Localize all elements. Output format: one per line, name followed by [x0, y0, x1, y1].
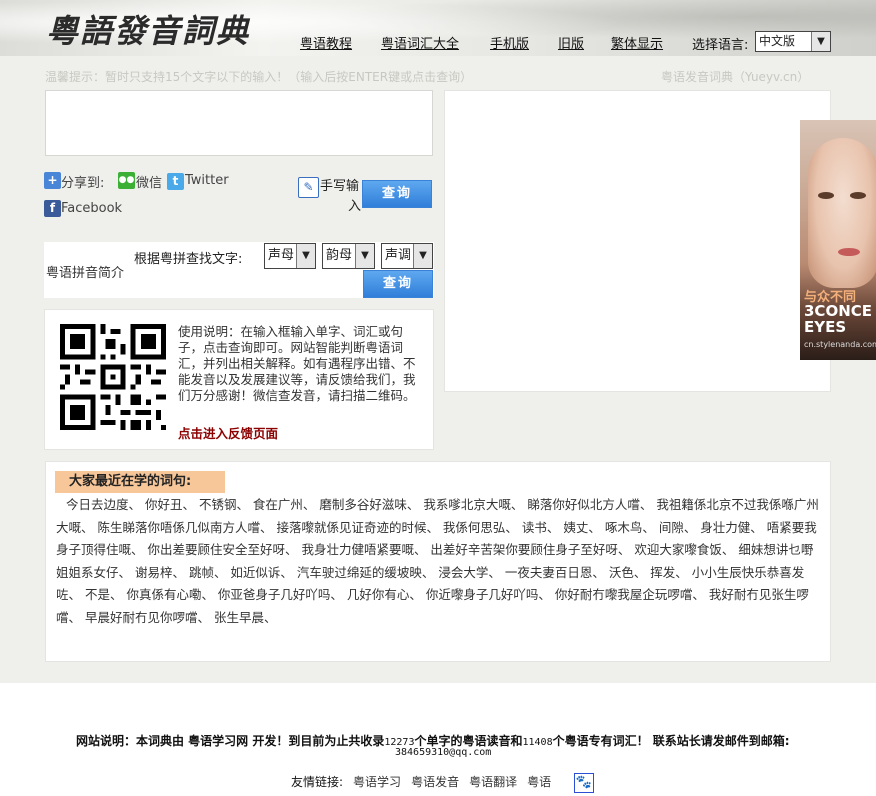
share-wechat-link[interactable]: 微信	[136, 172, 162, 191]
friend-links: 友情链接: 粤语学习 粤语发音 粤语翻译 粤语	[291, 773, 551, 790]
site-logo[interactable]: 粵語發音詞典	[46, 6, 250, 52]
initial-select-value: 声母	[268, 248, 295, 263]
usage-instructions: 使用说明：在输入框输入单字、词汇或句子，点击查询即可。网站智能判断粤语词汇，并列…	[178, 324, 416, 403]
initial-select[interactable]: 声母 ▼	[264, 243, 316, 269]
friend-link-2[interactable]: 粤语发音	[411, 775, 459, 789]
wechat-icon[interactable]: ●●	[118, 172, 135, 189]
chevron-down-icon: ▼	[811, 32, 830, 51]
nav-link-tutorial[interactable]: 粤语教程	[300, 33, 352, 52]
chevron-down-icon: ▼	[296, 244, 315, 268]
site-tag: 粤语发音词典（Yueyv.cn）	[661, 70, 810, 84]
share-label: 分享到:	[61, 176, 105, 191]
chevron-down-icon: ▼	[355, 244, 374, 268]
pinyin-lookup-label: 根据粤拼查找文字:	[134, 252, 243, 267]
nav-link-mobile[interactable]: 手机版	[490, 33, 529, 52]
ad-lips	[838, 248, 860, 256]
nav-link-vocabulary[interactable]: 粤语词汇大全	[381, 33, 459, 52]
final-select[interactable]: 韵母 ▼	[322, 243, 375, 269]
recent-words-title: 大家最近在学的词句:	[55, 471, 225, 493]
input-tip: 温馨提示：暂时只支持15个文字以下的输入！（输入后按ENTER键或点击查询）	[45, 70, 473, 84]
pinyin-query-button[interactable]: 查询	[363, 270, 433, 298]
footer-text-2: 个单字的粤语读音和	[414, 734, 523, 748]
footer-email[interactable]: 384659310@qq.com	[395, 747, 491, 758]
twitter-icon[interactable]: t	[167, 173, 184, 190]
ad-url: cn.stylenanda.com	[804, 340, 876, 349]
pen-pad-icon[interactable]: ✎	[298, 177, 319, 198]
ad-eye-left	[818, 192, 834, 199]
friend-link-4[interactable]: 粤语	[527, 775, 551, 789]
friend-link-1[interactable]: 粤语学习	[353, 775, 401, 789]
language-select[interactable]: 中文版 ▼	[755, 31, 831, 52]
recent-words-list[interactable]: 今日去边度、 你好丑、 不锈钢、 食在广州、 磨制多谷好滋味、 我系嗲北京大嘅、…	[56, 494, 822, 630]
footer-text-3: 个粤语专有词汇！ 联系站长请发邮件到邮箱:	[552, 734, 790, 748]
share-twitter-link[interactable]: Twitter	[185, 173, 229, 188]
handwrite-link-line1[interactable]: 手写输	[320, 175, 359, 194]
footer-text-1: 网站说明：本词典由 粤语学习网 开发！到目前为止共收录	[76, 734, 385, 748]
footer-word-count: 11408	[522, 737, 553, 748]
friend-link-3[interactable]: 粤语翻译	[469, 775, 517, 789]
nav-link-traditional[interactable]: 繁体显示	[611, 33, 663, 52]
ad-model-face	[808, 138, 876, 288]
tone-select-value: 声调	[385, 248, 412, 263]
result-panel	[444, 90, 831, 392]
pinyin-intro-link[interactable]: 粤语拼音简介	[46, 262, 124, 281]
tone-select[interactable]: 声调 ▼	[381, 243, 433, 269]
plus-square-icon: +	[44, 172, 61, 189]
side-ad-banner[interactable]: 与众不同 3CONCE EYES cn.stylenanda.com	[800, 120, 876, 360]
qr-code-icon	[60, 324, 166, 430]
site-header: 粵語發音詞典 粤语教程 粤语词汇大全 手机版 旧版 繁体显示 选择语言: 中文版…	[0, 0, 876, 56]
search-input[interactable]	[45, 90, 433, 156]
handwrite-link-line2[interactable]: 入	[348, 195, 361, 214]
ad-eye-right	[850, 192, 866, 199]
facebook-icon[interactable]: f	[44, 200, 61, 217]
nav-link-old-version[interactable]: 旧版	[558, 33, 584, 52]
ad-english-text-2: EYES	[804, 318, 847, 336]
share-facebook-link[interactable]: Facebook	[61, 201, 122, 216]
query-button[interactable]: 查询	[362, 180, 432, 208]
paw-icon[interactable]: 🐾	[574, 773, 594, 793]
friend-links-label: 友情链接:	[291, 775, 344, 789]
chevron-down-icon: ▼	[413, 244, 432, 268]
feedback-link[interactable]: 点击进入反馈页面	[178, 423, 278, 442]
final-select-value: 韵母	[326, 248, 353, 263]
language-selected-value: 中文版	[759, 34, 796, 48]
language-label: 选择语言:	[692, 38, 749, 53]
